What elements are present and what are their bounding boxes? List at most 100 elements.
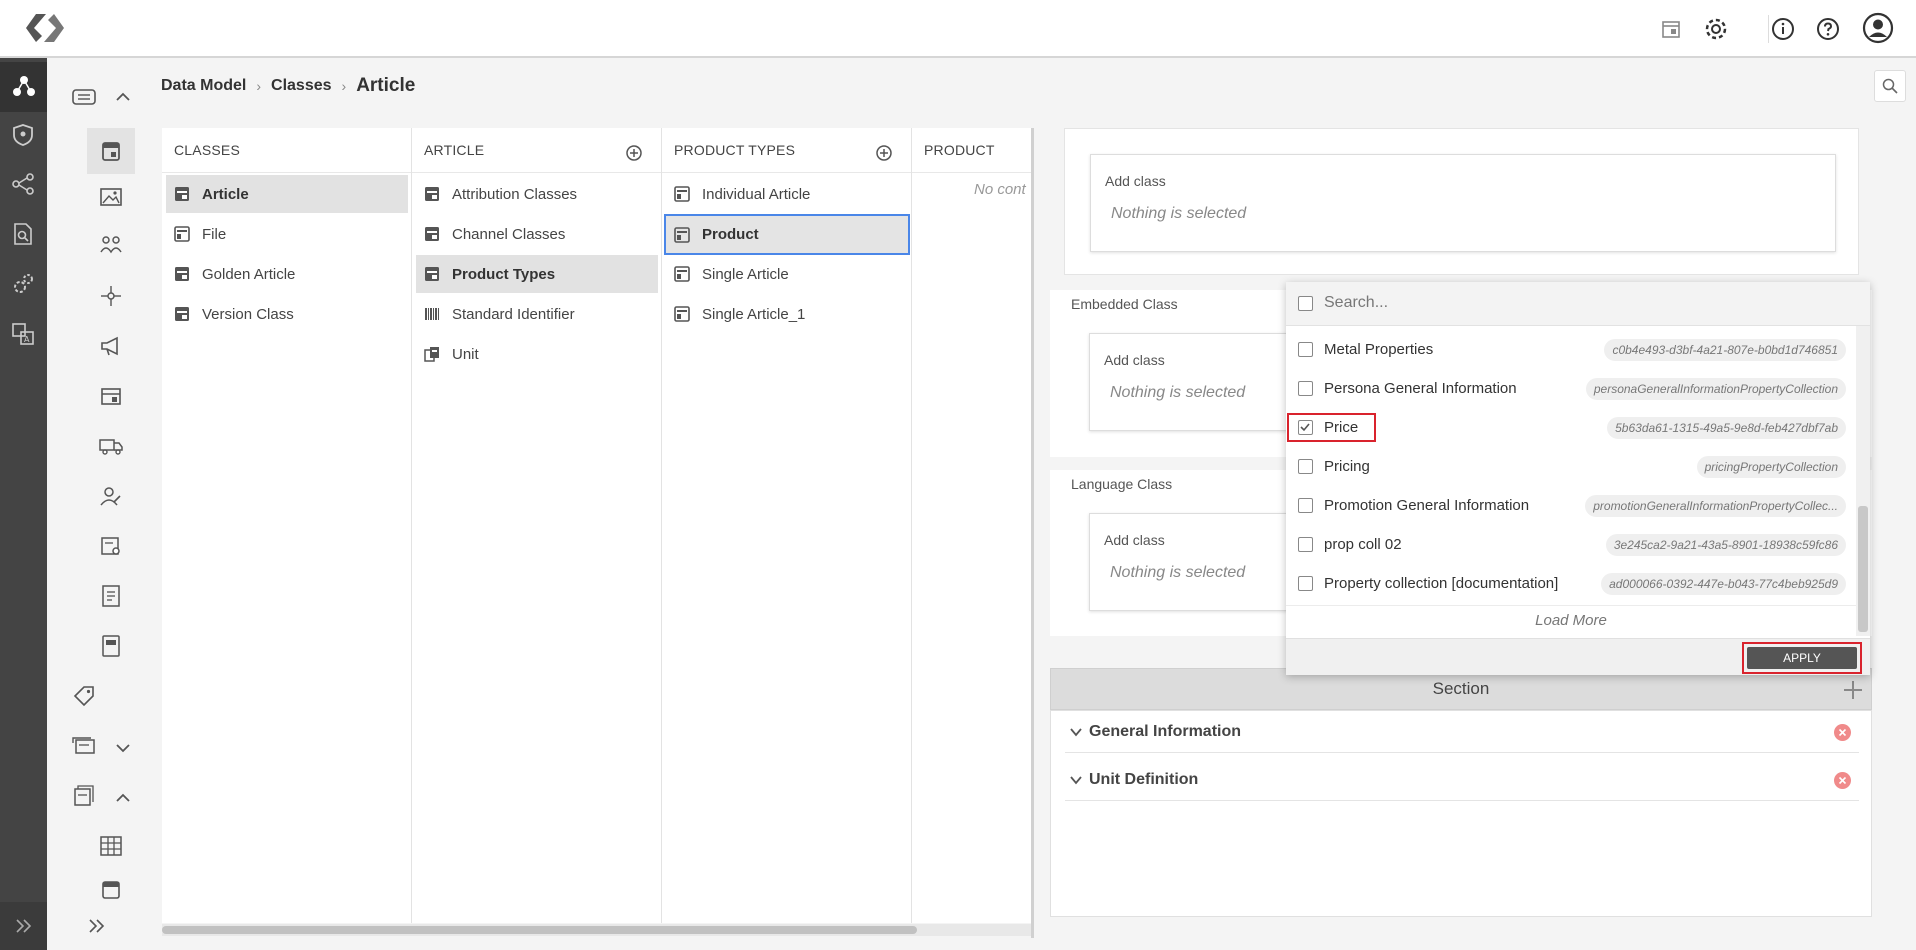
option-checkbox[interactable]	[1298, 537, 1313, 552]
option-checkbox[interactable]	[1298, 459, 1313, 474]
option-prop-coll-02[interactable]: prop coll 02 3e245ca2-9a21-43a5-8901-189…	[1286, 525, 1854, 564]
notebook-icon[interactable]	[94, 629, 128, 663]
megaphone-icon[interactable]	[94, 329, 128, 363]
share-nodes-icon[interactable]	[10, 171, 36, 197]
list-item-golden-article[interactable]: Golden Article	[166, 255, 408, 293]
dropdown-search: Search...	[1286, 282, 1870, 326]
storefront-icon[interactable]	[94, 379, 128, 413]
list-item-individual-article[interactable]: Individual Article	[666, 175, 908, 213]
scrollbar-thumb[interactable]	[162, 926, 917, 934]
list-item-label: Golden Article	[202, 265, 296, 283]
product-column-header: PRODUCT	[912, 128, 1032, 173]
article-column-header: ARTICLE	[412, 128, 661, 173]
search-icon	[1882, 78, 1898, 94]
search-input[interactable]: Search...	[1324, 294, 1388, 312]
user-edit-icon[interactable]	[94, 479, 128, 513]
scrollbar-thumb[interactable]	[1858, 506, 1868, 632]
list-item-article[interactable]: Article	[166, 175, 408, 213]
stacked-cards-icon[interactable]	[67, 729, 101, 763]
subnav-expand-button[interactable]	[47, 902, 146, 950]
rail-expand-button[interactable]	[0, 902, 47, 950]
classes-group-icon[interactable]	[67, 80, 101, 114]
load-more-button[interactable]: Load More	[1286, 605, 1856, 635]
option-property-collection-documentation[interactable]: Property collection [documentation] ad00…	[1286, 564, 1854, 603]
search-button[interactable]	[1874, 70, 1906, 102]
list-item-label: Standard Identifier	[452, 305, 575, 323]
section-title: Section	[1432, 679, 1490, 698]
image-icon[interactable]	[94, 180, 128, 214]
list-item-label: Individual Article	[702, 185, 811, 203]
horizontal-scrollbar[interactable]	[162, 924, 1032, 936]
product-types-column: PRODUCT TYPES Individual Article Product…	[662, 128, 912, 923]
delivery-truck-icon[interactable]	[94, 429, 128, 463]
option-code-badge: 3e245ca2-9a21-43a5-8901-18938c59fc86	[1605, 534, 1846, 556]
shield-icon[interactable]	[10, 122, 36, 148]
translate-icon[interactable]: A	[10, 321, 36, 347]
remove-icon[interactable]	[1834, 772, 1851, 789]
class-item-icon[interactable]	[94, 878, 128, 900]
chevron-up-icon[interactable]	[113, 788, 133, 808]
breadcrumb-current: Article	[356, 75, 416, 96]
chevron-down-icon[interactable]	[113, 738, 133, 758]
article-class-nav-item[interactable]	[87, 128, 135, 174]
list-item-label: Channel Classes	[452, 225, 566, 243]
chevron-up-icon[interactable]	[113, 87, 133, 107]
list-item-single-article-1[interactable]: Single Article_1	[666, 295, 908, 333]
user-avatar-icon[interactable]	[1861, 11, 1895, 45]
class-icon	[674, 186, 690, 202]
list-item-version-class[interactable]: Version Class	[166, 295, 408, 333]
info-icon[interactable]	[1768, 14, 1798, 44]
panel-divider[interactable]	[1031, 128, 1034, 938]
price-tag-icon[interactable]	[67, 679, 101, 713]
calendar-icon[interactable]	[1656, 14, 1686, 44]
add-circle-icon[interactable]	[875, 144, 893, 162]
list-item-product-types[interactable]: Product Types	[416, 255, 658, 293]
form-settings-icon[interactable]	[94, 529, 128, 563]
list-item-product[interactable]: Product	[664, 214, 910, 255]
data-model-nav-icon[interactable]	[0, 62, 47, 112]
list-item-label: Article	[202, 185, 249, 203]
breadcrumb-classes[interactable]: Classes	[271, 77, 332, 95]
embedded-class-label: Embedded Class	[1071, 296, 1178, 312]
add-class-box[interactable]: Add class Nothing is selected	[1090, 154, 1836, 252]
accordion-unit-definition[interactable]: Unit Definition	[1065, 761, 1859, 801]
document-search-icon[interactable]	[10, 221, 36, 247]
plus-icon[interactable]	[1841, 678, 1865, 702]
table-grid-icon[interactable]	[94, 829, 128, 863]
report-icon[interactable]	[67, 779, 101, 813]
list-item-standard-identifier[interactable]: Standard Identifier	[416, 295, 658, 333]
select-all-checkbox[interactable]	[1298, 296, 1313, 311]
people-hierarchy-icon[interactable]	[94, 229, 128, 263]
gear-icon[interactable]	[1701, 14, 1731, 44]
chevron-down-icon[interactable]	[1069, 773, 1083, 787]
help-icon[interactable]	[1813, 14, 1843, 44]
document-list-icon[interactable]	[94, 579, 128, 613]
dropdown-scrollbar[interactable]	[1856, 326, 1870, 636]
option-checkbox[interactable]	[1298, 342, 1313, 357]
app-logo-icon[interactable]	[22, 10, 68, 46]
settings-cogs-icon[interactable]	[10, 271, 36, 297]
option-checkbox[interactable]	[1298, 576, 1313, 591]
breadcrumb-data-model[interactable]: Data Model	[161, 77, 246, 95]
option-checkbox[interactable]	[1298, 381, 1313, 396]
list-item-file[interactable]: File	[166, 215, 408, 253]
list-item-unit[interactable]: Unit	[416, 335, 658, 373]
network-hub-icon[interactable]	[94, 279, 128, 313]
option-pricing[interactable]: Pricing pricingPropertyCollection	[1286, 447, 1854, 486]
app-window: A Data Model › Classes › Article CLASSES…	[0, 0, 1916, 950]
list-item-single-article[interactable]: Single Article	[666, 255, 908, 293]
option-label: Persona General Information	[1324, 380, 1517, 397]
class-icon	[175, 267, 189, 281]
remove-icon[interactable]	[1834, 724, 1851, 741]
option-metal-properties[interactable]: Metal Properties c0b4e493-d3bf-4a21-807e…	[1286, 330, 1854, 369]
option-checkbox[interactable]	[1298, 498, 1313, 513]
option-persona-general-information[interactable]: Persona General Information personaGener…	[1286, 369, 1854, 408]
list-item-attribution-classes[interactable]: Attribution Classes	[416, 175, 658, 213]
list-item-channel-classes[interactable]: Channel Classes	[416, 215, 658, 253]
class-column-browser: CLASSES Article File Golden Article Vers…	[162, 128, 1032, 923]
accordion-title: General Information	[1089, 723, 1242, 740]
accordion-general-information[interactable]: General Information	[1065, 713, 1859, 753]
add-circle-icon[interactable]	[625, 144, 643, 162]
option-promotion-general-information[interactable]: Promotion General Information promotionG…	[1286, 486, 1854, 525]
chevron-down-icon[interactable]	[1069, 725, 1083, 739]
